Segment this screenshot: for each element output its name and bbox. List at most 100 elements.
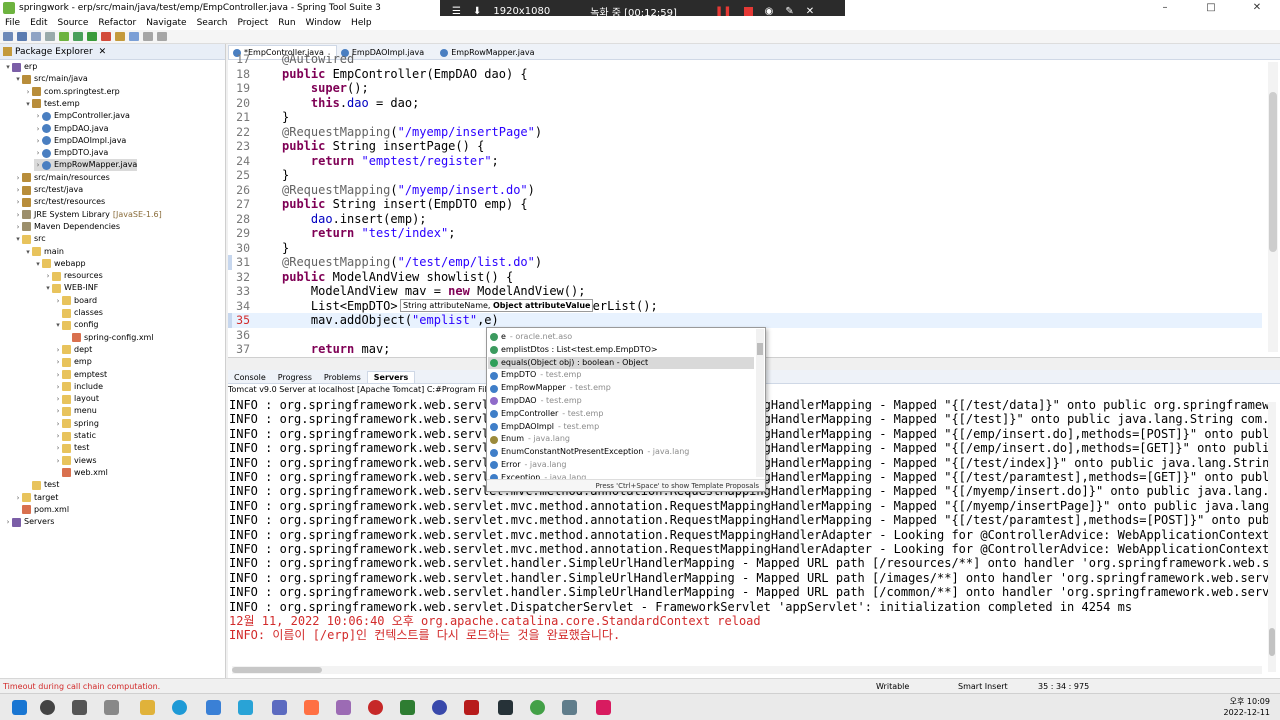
search-icon[interactable] bbox=[40, 700, 55, 715]
code-line[interactable]: 18 public EmpController(EmpDAO dao) { bbox=[228, 67, 1262, 82]
app-icon[interactable] bbox=[562, 700, 577, 715]
tree-item[interactable]: › src/test/java bbox=[14, 184, 83, 196]
pause-icon[interactable]: ❚❚ bbox=[715, 6, 732, 17]
package-explorer-tab[interactable]: Package Explorer ✕ bbox=[0, 44, 225, 60]
tree-item[interactable]: › src/test/resources bbox=[14, 196, 105, 208]
expand-toggle-icon[interactable]: ▾ bbox=[54, 319, 62, 331]
expand-toggle-icon[interactable]: ▾ bbox=[4, 61, 12, 73]
code-line[interactable]: 28 dao.insert(emp); bbox=[228, 212, 1262, 227]
expand-toggle-icon[interactable]: › bbox=[54, 369, 62, 381]
tree-item[interactable]: ▾ test.emp bbox=[24, 98, 80, 110]
tree-item[interactable]: › static bbox=[54, 430, 96, 442]
spring-icon[interactable] bbox=[59, 32, 69, 41]
proposal-item[interactable]: e- oracle.net.aso bbox=[488, 331, 754, 344]
maximize-button[interactable]: □ bbox=[1188, 0, 1234, 16]
app-icon[interactable] bbox=[336, 700, 351, 715]
debug-icon[interactable] bbox=[73, 32, 83, 41]
code-line[interactable]: 20 this.dao = dao; bbox=[228, 96, 1262, 111]
tree-item[interactable]: classes bbox=[54, 307, 103, 319]
code-line[interactable]: 29 return "test/index"; bbox=[228, 226, 1262, 241]
expand-toggle-icon[interactable]: › bbox=[54, 405, 62, 417]
tree-item[interactable]: test bbox=[24, 479, 59, 491]
tree-item[interactable]: › views bbox=[54, 455, 97, 467]
recorder-icon[interactable] bbox=[368, 700, 383, 715]
expand-toggle-icon[interactable]: › bbox=[54, 356, 62, 368]
app-icon[interactable] bbox=[272, 700, 287, 715]
menu-source[interactable]: Source bbox=[53, 16, 94, 30]
close-icon[interactable]: ✕ bbox=[806, 6, 814, 17]
pen-icon[interactable]: ✎ bbox=[785, 6, 793, 17]
expand-toggle-icon[interactable]: › bbox=[14, 209, 22, 221]
tree-item[interactable]: › emp bbox=[54, 356, 92, 368]
tree-item[interactable]: › layout bbox=[54, 393, 99, 405]
expand-toggle-icon[interactable]: › bbox=[14, 221, 22, 233]
scrollbar-thumb[interactable] bbox=[232, 667, 322, 673]
code-line[interactable]: 25} bbox=[228, 168, 1262, 183]
tab-servers[interactable]: Servers bbox=[366, 371, 416, 383]
tree-item[interactable]: ▾ webapp bbox=[34, 258, 86, 270]
pin-icon[interactable]: ⬇ bbox=[473, 6, 481, 17]
code-line[interactable]: 24 return "emptest/register"; bbox=[228, 154, 1262, 169]
app-icon[interactable] bbox=[498, 700, 513, 715]
proposal-item[interactable]: EnumConstantNotPresentException - java.la… bbox=[488, 446, 754, 459]
tree-item[interactable]: › dept bbox=[54, 344, 92, 356]
tree-item[interactable]: › Servers bbox=[4, 516, 54, 528]
tree-item[interactable]: › board bbox=[54, 295, 97, 307]
tree-item[interactable]: web.xml bbox=[54, 467, 108, 479]
close-button[interactable]: ✕ bbox=[1234, 0, 1280, 16]
proposal-scrollbar[interactable] bbox=[756, 329, 764, 477]
expand-toggle-icon[interactable]: ▾ bbox=[34, 258, 42, 270]
proposal-item[interactable]: Error - java.lang bbox=[488, 459, 754, 472]
open-type-icon[interactable] bbox=[115, 32, 125, 41]
tree-item[interactable]: › com.springtest.erp bbox=[24, 86, 120, 98]
tab-problems[interactable]: Problems bbox=[318, 372, 367, 383]
expand-toggle-icon[interactable]: › bbox=[24, 86, 32, 98]
app-icon[interactable] bbox=[464, 700, 479, 715]
tree-item[interactable]: › JRE System Library [JavaSE-1.6] bbox=[14, 209, 162, 221]
chrome-icon[interactable] bbox=[530, 700, 545, 715]
menu-window[interactable]: Window bbox=[301, 16, 347, 30]
scrollbar-thumb[interactable] bbox=[1269, 92, 1277, 252]
expand-toggle-icon[interactable]: › bbox=[14, 184, 22, 196]
save-all-icon[interactable] bbox=[31, 32, 41, 41]
menu-refactor[interactable]: Refactor bbox=[93, 16, 141, 30]
code-line[interactable]: 22 @RequestMapping("/myemp/insertPage") bbox=[228, 125, 1262, 140]
expand-toggle-icon[interactable]: › bbox=[54, 381, 62, 393]
navigate-forward-icon[interactable] bbox=[157, 32, 167, 41]
camera-icon[interactable]: ◉ bbox=[765, 6, 774, 17]
tree-item[interactable]: › target bbox=[14, 492, 58, 504]
expand-toggle-icon[interactable]: › bbox=[14, 196, 22, 208]
file-explorer-icon[interactable] bbox=[140, 700, 155, 715]
menu-edit[interactable]: Edit bbox=[25, 16, 52, 30]
menu-file[interactable]: File bbox=[0, 16, 25, 30]
expand-toggle-icon[interactable]: › bbox=[44, 270, 52, 282]
windows-start-icon[interactable] bbox=[12, 700, 27, 715]
tree-item[interactable]: › src/main/resources bbox=[14, 172, 110, 184]
app-icon[interactable] bbox=[304, 700, 319, 715]
code-line[interactable]: 19 super(); bbox=[228, 81, 1262, 96]
code-line[interactable]: 21} bbox=[228, 110, 1262, 125]
code-line[interactable]: 27 public String insert(EmpDTO emp) { bbox=[228, 197, 1262, 212]
scrollbar-thumb[interactable] bbox=[757, 343, 763, 355]
app-icon[interactable] bbox=[238, 700, 253, 715]
tree-item[interactable]: › spring bbox=[54, 418, 99, 430]
system-clock[interactable]: 오후 10:09 2022-12-11 bbox=[1224, 696, 1271, 718]
run-icon[interactable] bbox=[87, 32, 97, 41]
save-icon[interactable] bbox=[17, 32, 27, 41]
tree-item[interactable]: › Maven Dependencies bbox=[14, 221, 120, 233]
tab-progress[interactable]: Progress bbox=[272, 372, 318, 383]
task-view-icon[interactable] bbox=[72, 700, 87, 715]
search-icon[interactable] bbox=[129, 32, 139, 41]
expand-toggle-icon[interactable]: › bbox=[54, 430, 62, 442]
proposal-item[interactable]: EmpController - test.emp bbox=[488, 408, 754, 421]
eclipse-icon[interactable] bbox=[432, 700, 447, 715]
expand-toggle-icon[interactable]: › bbox=[34, 159, 42, 171]
app-icon[interactable] bbox=[104, 700, 119, 715]
navigate-back-icon[interactable] bbox=[143, 32, 153, 41]
expand-toggle-icon[interactable]: › bbox=[34, 135, 42, 147]
close-tab-icon[interactable]: ✕ bbox=[99, 47, 107, 57]
tree-item[interactable]: ▾ src/main/java bbox=[14, 73, 88, 85]
tree-item[interactable]: › EmpController.java bbox=[34, 110, 130, 122]
tree-item[interactable]: ▾ main bbox=[24, 246, 64, 258]
expand-toggle-icon[interactable]: ▾ bbox=[14, 73, 22, 85]
